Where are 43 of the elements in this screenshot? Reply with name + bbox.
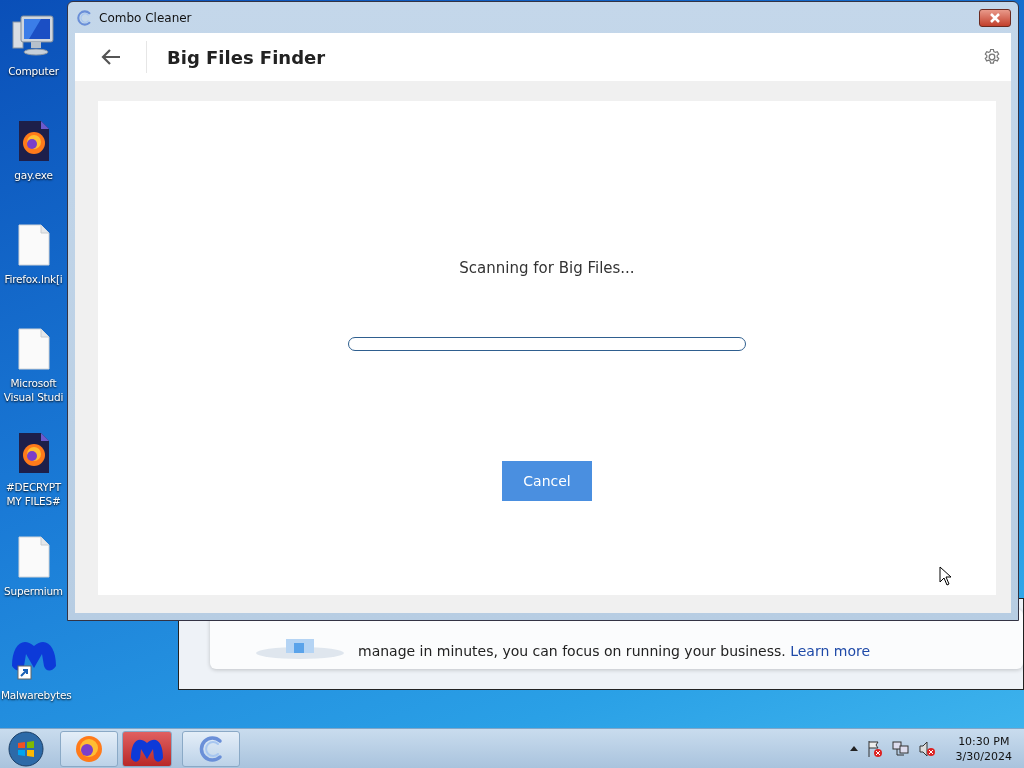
clock-date: 3/30/2024 — [955, 748, 1012, 764]
volume-button[interactable] — [917, 739, 936, 758]
page-title: Big Files Finder — [167, 46, 326, 68]
settings-icon — [983, 48, 1001, 66]
computer-icon — [10, 12, 57, 58]
firefox-file-icon — [16, 432, 51, 474]
flag-warning-icon — [865, 739, 884, 758]
network-button[interactable] — [891, 739, 910, 758]
clock-time: 10:30 PM — [958, 733, 1010, 749]
scan-status: Scanning for Big Files... — [459, 259, 635, 277]
promo-text: manage in minutes, you can focus on running your business. Learn more — [358, 643, 871, 659]
desktop-icon-label[interactable]: #DECRYPT MY FILES# — [1, 480, 66, 508]
clock[interactable]: 10:30 PM 3/30/2024 — [955, 733, 1012, 764]
desktop-icon-label[interactable]: Computer — [8, 64, 59, 78]
app-logo-icon — [75, 8, 93, 27]
action-center-button[interactable] — [865, 739, 884, 758]
mouse-cursor-icon — [939, 566, 952, 586]
file-icon — [16, 536, 51, 578]
close-button[interactable] — [979, 8, 1011, 27]
close-icon — [989, 12, 1001, 23]
learn-more-link[interactable]: Learn more — [790, 643, 871, 659]
window-title: Combo Cleaner — [99, 10, 192, 25]
taskbar-app-button[interactable] — [182, 730, 240, 767]
firefox-file-icon — [16, 120, 51, 162]
taskbar-app-button[interactable] — [60, 730, 118, 767]
caret-up-icon — [849, 746, 858, 751]
file-icon — [16, 328, 51, 370]
firefox-icon — [74, 733, 104, 764]
desktop-icon-label[interactable]: Supermium — [4, 584, 63, 598]
show-hidden-icons-button[interactable] — [849, 746, 858, 751]
back-arrow-icon — [100, 49, 121, 65]
windows-logo-icon — [8, 730, 44, 767]
desktop-icon-label[interactable]: Firefox.lnk[i — [4, 272, 63, 286]
start-button[interactable] — [6, 730, 46, 767]
desktop-icon-label[interactable]: Microsoft Visual Studi — [1, 376, 66, 404]
file-icon — [16, 224, 51, 266]
network-icon — [891, 739, 910, 758]
taskbar-app-button[interactable] — [122, 730, 172, 767]
desktop-icon-label[interactable]: gay.exe — [14, 168, 53, 182]
desktop-icon-label[interactable]: Malwarebytes — [1, 688, 72, 702]
settings-button[interactable] — [983, 48, 1001, 66]
muted-speaker-icon — [917, 739, 936, 758]
cancel-button[interactable]: Cancel — [502, 461, 592, 501]
